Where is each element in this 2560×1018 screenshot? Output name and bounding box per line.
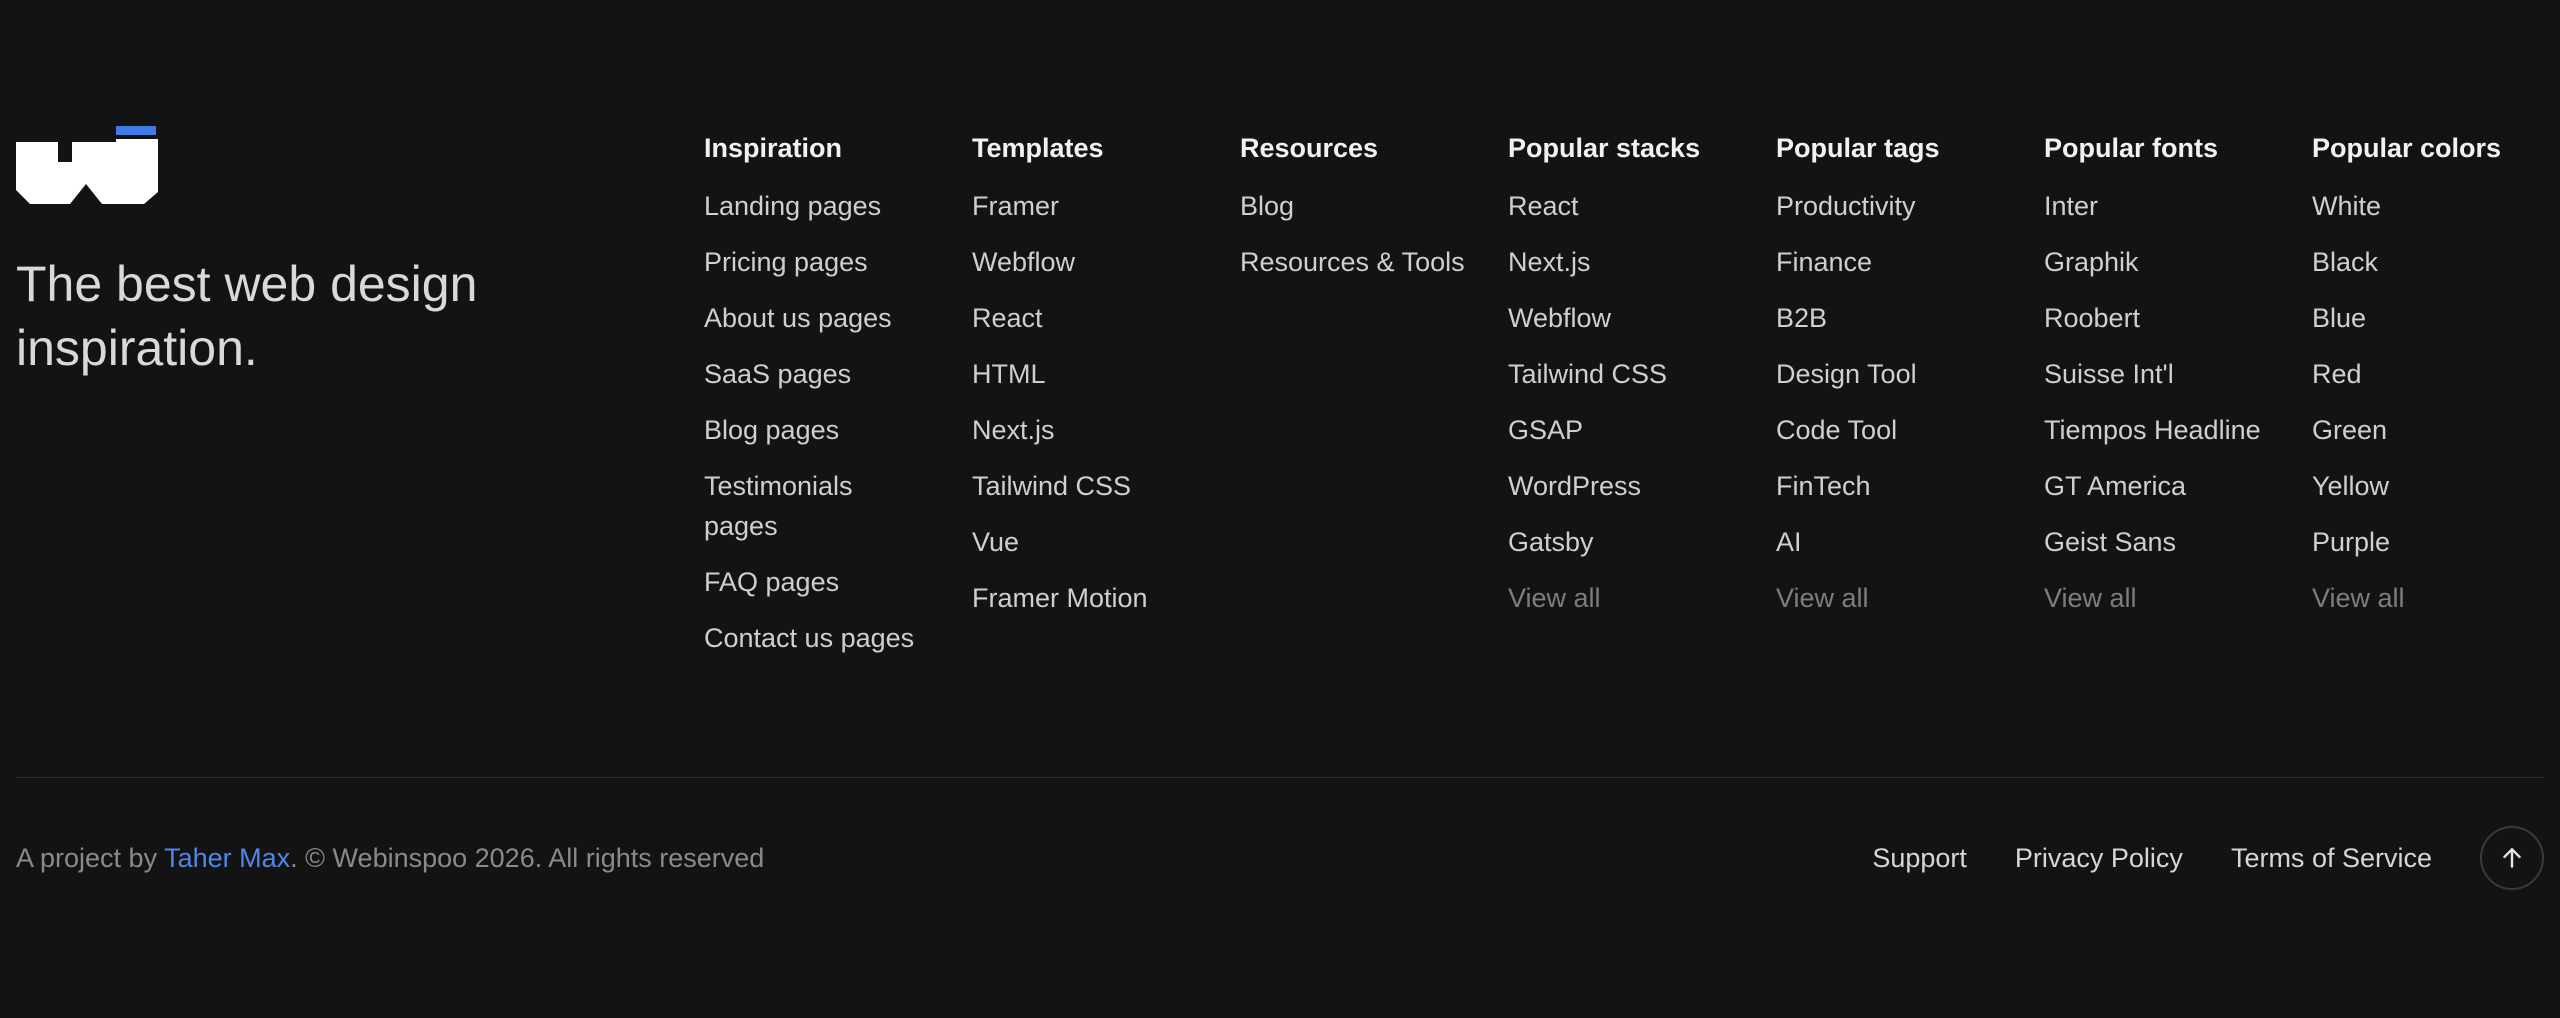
footer-link-columns: Inspiration Landing pages Pricing pages …	[704, 130, 2550, 674]
footer-column-templates: Templates Framer Webflow React HTML Next…	[972, 130, 1240, 674]
footer-link[interactable]: Vue	[972, 522, 1207, 562]
footer-column-inspiration: Inspiration Landing pages Pricing pages …	[704, 130, 972, 674]
footer-link[interactable]: FAQ pages	[704, 562, 939, 602]
footer-link[interactable]: Productivity	[1776, 186, 2011, 226]
view-all-link[interactable]: View all	[2044, 578, 2279, 618]
footer-column-popular-stacks: Popular stacks React Next.js Webflow Tai…	[1508, 130, 1776, 674]
footer-link[interactable]: Blue	[2312, 298, 2547, 338]
footer-column-popular-tags: Popular tags Productivity Finance B2B De…	[1776, 130, 2044, 674]
footer-link[interactable]: Black	[2312, 242, 2547, 282]
footer-link[interactable]: Landing pages	[704, 186, 939, 226]
footer-link[interactable]: Webflow	[972, 242, 1207, 282]
footer-link[interactable]: Framer	[972, 186, 1207, 226]
footer-link[interactable]: HTML	[972, 354, 1207, 394]
copyright-suffix: . © Webinspoo 2026. All rights reserved	[290, 843, 765, 873]
column-heading: Resources	[1240, 133, 1379, 163]
column-heading: Inspiration	[704, 133, 843, 163]
footer-link[interactable]: Testimonials pages	[704, 466, 874, 546]
footer-link[interactable]: GSAP	[1508, 410, 1743, 450]
footer-link[interactable]: About us pages	[704, 298, 939, 338]
footer-column-popular-fonts: Popular fonts Inter Graphik Roobert Suis…	[2044, 130, 2312, 674]
footer-link[interactable]: Resources & Tools	[1240, 242, 1508, 282]
footer-link[interactable]: Framer Motion	[972, 578, 1207, 618]
footer-link[interactable]: Finance	[1776, 242, 2011, 282]
footer-link[interactable]: Next.js	[972, 410, 1207, 450]
footer-column-resources: Resources Blog Resources & Tools	[1240, 130, 1508, 674]
footer-link[interactable]: SaaS pages	[704, 354, 939, 394]
site-footer: The best web design inspiration. Inspira…	[0, 0, 2560, 1018]
copyright-prefix: A project by	[16, 843, 165, 873]
footer-link[interactable]: Code Tool	[1776, 410, 2011, 450]
author-link[interactable]: Taher Max	[164, 843, 290, 873]
footer-link[interactable]: Next.js	[1508, 242, 1743, 282]
footer-link[interactable]: White	[2312, 186, 2547, 226]
footer-link[interactable]: Tailwind CSS	[972, 466, 1207, 506]
footer-link[interactable]: Purple	[2312, 522, 2547, 562]
column-heading: Popular stacks	[1508, 133, 1701, 163]
footer-link[interactable]: WordPress	[1508, 466, 1743, 506]
footer-link[interactable]: Green	[2312, 410, 2547, 450]
footer-link[interactable]: Blog	[1240, 186, 1475, 226]
footer-link[interactable]: Red	[2312, 354, 2547, 394]
terms-of-service-link[interactable]: Terms of Service	[2231, 840, 2432, 876]
footer-column-popular-colors: Popular colors White Black Blue Red Gree…	[2312, 130, 2550, 674]
footer-link[interactable]: Yellow	[2312, 466, 2547, 506]
footer-link[interactable]: Tiempos Headline	[2044, 410, 2312, 450]
footer-link[interactable]: React	[972, 298, 1207, 338]
footer-link[interactable]: React	[1508, 186, 1743, 226]
privacy-policy-link[interactable]: Privacy Policy	[2015, 840, 2183, 876]
footer-link[interactable]: Geist Sans	[2044, 522, 2279, 562]
column-heading: Popular tags	[1776, 133, 1940, 163]
footer-link[interactable]: B2B	[1776, 298, 2011, 338]
arrow-up-icon	[2503, 848, 2521, 868]
footer-link[interactable]: Design Tool	[1776, 354, 2011, 394]
back-to-top-button[interactable]	[2480, 826, 2544, 890]
copyright-notice: A project by Taher Max. © Webinspoo 2026…	[16, 840, 764, 876]
footer-link[interactable]: AI	[1776, 522, 2011, 562]
footer-link[interactable]: Tailwind CSS	[1508, 354, 1743, 394]
footer-link[interactable]: Contact us pages	[704, 618, 939, 658]
webinspoo-logo-icon[interactable]	[16, 126, 158, 204]
footer-brand: The best web design inspiration.	[16, 126, 536, 380]
footer-link[interactable]: GT America	[2044, 466, 2279, 506]
footer-link[interactable]: Inter	[2044, 186, 2279, 226]
footer-link[interactable]: Gatsby	[1508, 522, 1743, 562]
view-all-link[interactable]: View all	[1776, 578, 2011, 618]
footer-link[interactable]: Roobert	[2044, 298, 2279, 338]
column-heading: Popular fonts	[2044, 133, 2218, 163]
footer-link[interactable]: FinTech	[1776, 466, 2011, 506]
column-heading: Templates	[972, 133, 1104, 163]
footer-divider	[16, 777, 2544, 778]
footer-legal-nav: Support Privacy Policy Terms of Service	[1872, 826, 2544, 890]
view-all-link[interactable]: View all	[1508, 578, 1743, 618]
footer-link[interactable]: Blog pages	[704, 410, 939, 450]
footer-link[interactable]: Pricing pages	[704, 242, 939, 282]
footer-link[interactable]: Webflow	[1508, 298, 1743, 338]
column-heading: Popular colors	[2312, 133, 2502, 163]
footer-tagline: The best web design inspiration.	[16, 256, 478, 376]
support-link[interactable]: Support	[1872, 840, 1967, 876]
footer-link[interactable]: Suisse Int'l	[2044, 354, 2279, 394]
view-all-link[interactable]: View all	[2312, 578, 2547, 618]
footer-link[interactable]: Graphik	[2044, 242, 2279, 282]
